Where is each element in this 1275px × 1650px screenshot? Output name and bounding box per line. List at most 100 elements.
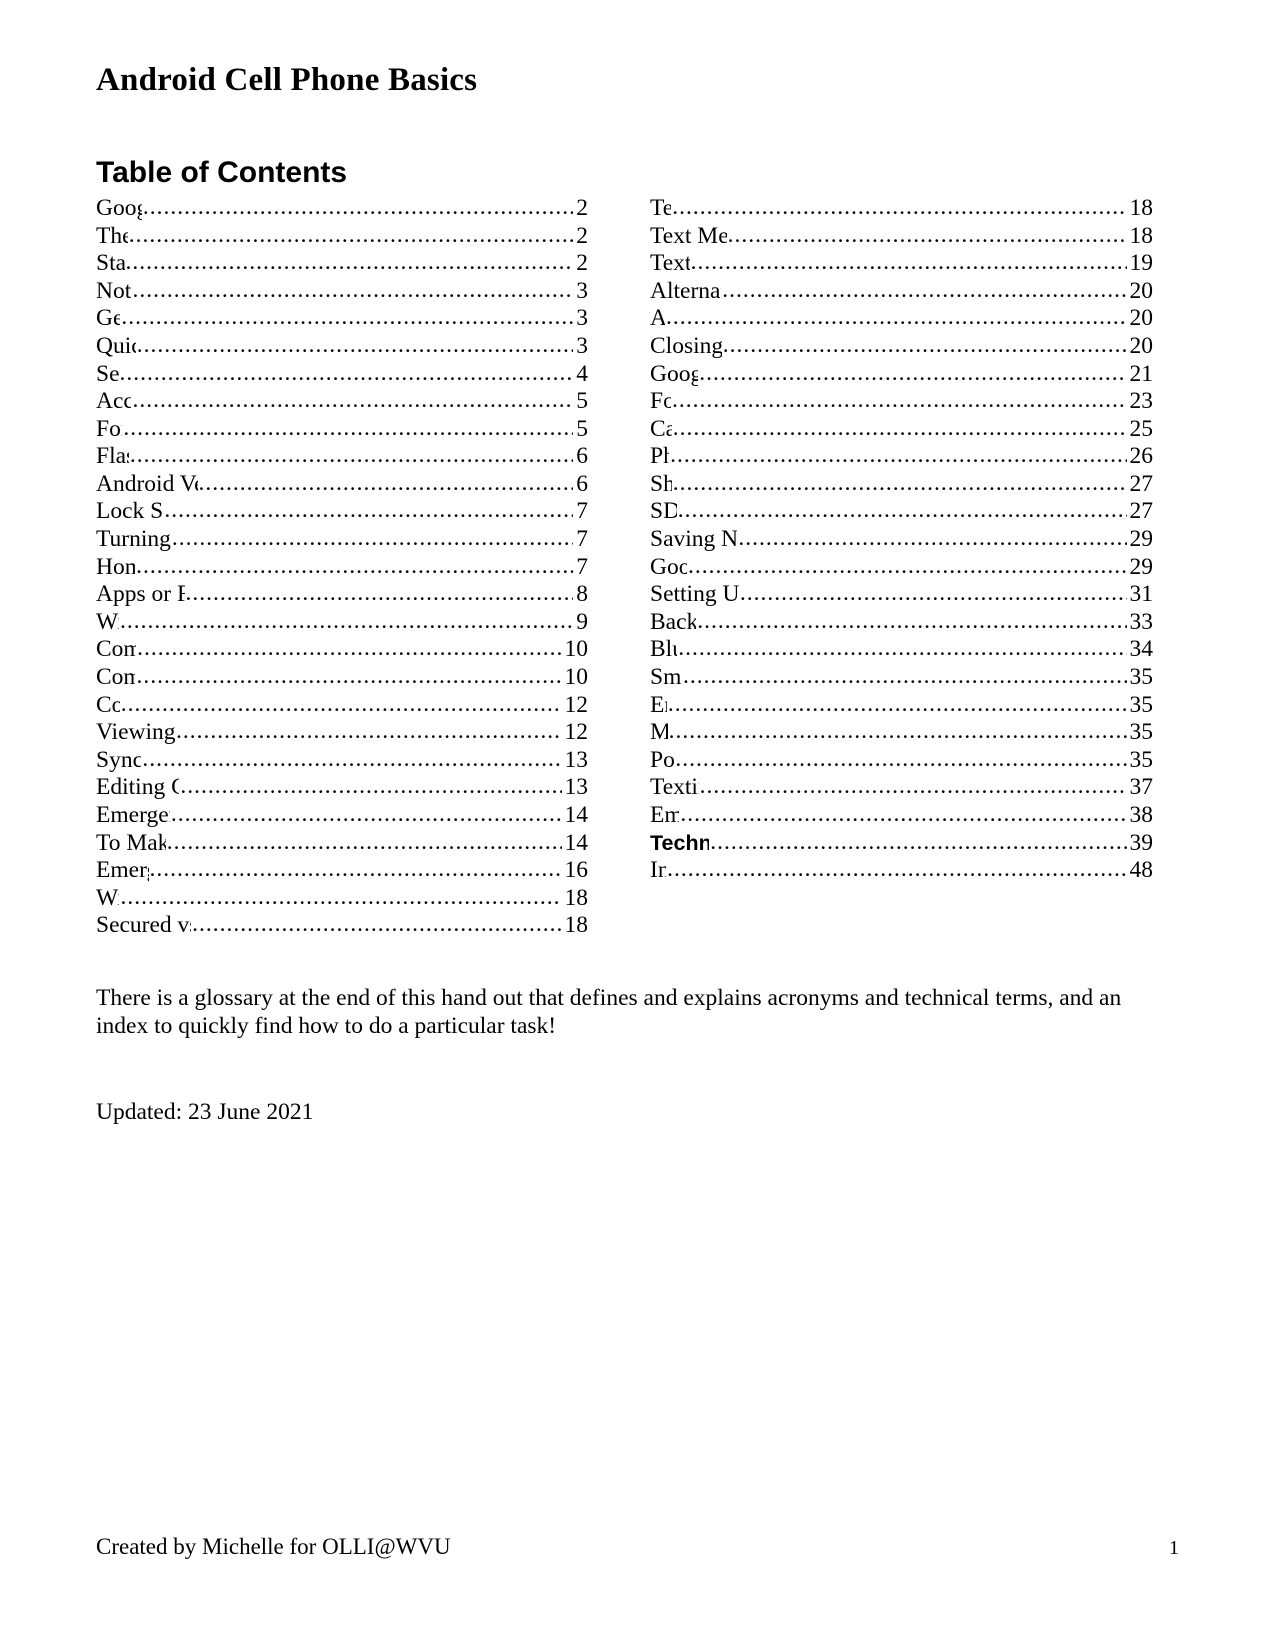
toc-entry[interactable]: Home Screens............................… bbox=[96, 554, 588, 582]
toc-entry-page-number: 31 bbox=[1129, 581, 1154, 608]
toc-entry[interactable]: Closing and Removing Apps...............… bbox=[650, 333, 1153, 361]
toc-dot-leader: ........................................… bbox=[121, 305, 573, 331]
toc-entry-page-number: 3 bbox=[576, 305, 588, 332]
toc-entry-page-number: 7 bbox=[576, 553, 588, 580]
toc-entry[interactable]: Settings................................… bbox=[96, 361, 588, 389]
toc-entry-page-number: 20 bbox=[1129, 332, 1154, 359]
toc-entry[interactable]: Bluetooth...............................… bbox=[650, 636, 1153, 664]
toc-entry[interactable]: Editing Gmail Contacts on the Web.......… bbox=[96, 774, 588, 802]
toc-entry-label: Text Messages bbox=[650, 250, 690, 277]
toc-entry[interactable]: Emergency Contacts......................… bbox=[96, 857, 588, 885]
toc-entry[interactable]: Apps or Folders on the Home Screen......… bbox=[96, 581, 588, 609]
toc-entry-label: Folders bbox=[650, 388, 671, 415]
toc-dot-leader: ........................................… bbox=[120, 691, 562, 717]
toc-entry[interactable]: Backup and Sync.........................… bbox=[650, 609, 1153, 637]
toc-entry[interactable]: Android Version vs Phone Model vs Carrie… bbox=[96, 471, 588, 499]
toc-entry-page-number: 29 bbox=[1129, 526, 1154, 553]
toc-entry[interactable]: Flash Alerts............................… bbox=[96, 443, 588, 471]
toc-column-left: Google Accounts.........................… bbox=[96, 195, 588, 940]
toc-entry-page-number: 14 bbox=[564, 829, 589, 856]
toc-entry[interactable]: Apps....................................… bbox=[650, 305, 1153, 333]
toc-dot-leader: ........................................… bbox=[137, 636, 562, 662]
toc-dot-leader: ........................................… bbox=[739, 581, 1127, 607]
toc-entry-label: Texting bbox=[650, 194, 672, 221]
toc-dot-leader: ........................................… bbox=[672, 415, 1127, 441]
toc-entry[interactable]: Setting Up Google Drive on Your PC......… bbox=[650, 581, 1153, 609]
toc-dot-leader: ........................................… bbox=[166, 829, 562, 855]
toc-entry-label: SD Cards bbox=[650, 498, 677, 525]
toc-dot-leader: ........................................… bbox=[680, 802, 1127, 827]
toc-entry[interactable]: Sharing.................................… bbox=[650, 471, 1153, 499]
toc-entry[interactable]: Emergency Calls and Contacts............… bbox=[96, 802, 588, 830]
toc-entry[interactable]: Turning On Your Lock Screen.............… bbox=[96, 526, 588, 554]
toc-entry[interactable]: Text Messages and Phone Data............… bbox=[650, 223, 1153, 251]
toc-entry[interactable]: Gestures................................… bbox=[96, 305, 588, 333]
toc-dot-leader: ........................................… bbox=[672, 388, 1127, 414]
toc-entry-label: Common Apps bbox=[96, 664, 136, 691]
toc-entry-label: Saving New Pictures to the SD Card bbox=[650, 526, 738, 553]
toc-entry[interactable]: Google Accounts.........................… bbox=[96, 195, 588, 223]
toc-entry-page-number: 7 bbox=[576, 498, 588, 525]
toc-entry-page-number: 5 bbox=[576, 388, 588, 415]
toc-entry[interactable]: Texting.................................… bbox=[650, 195, 1153, 223]
toc-entry[interactable]: Folders.................................… bbox=[650, 388, 1153, 416]
toc-entry[interactable]: Status Bar..............................… bbox=[96, 250, 588, 278]
toc-entry-page-number: 27 bbox=[1129, 470, 1154, 497]
toc-entry[interactable]: Widgets.................................… bbox=[96, 609, 588, 637]
toc-entry[interactable]: To Make an Emergency Call...............… bbox=[96, 830, 588, 858]
toc-entry[interactable]: Texting Acronyms........................… bbox=[650, 774, 1153, 802]
toc-entry[interactable]: Font Size...............................… bbox=[96, 416, 588, 444]
toc-entry[interactable]: Index...................................… bbox=[650, 857, 1153, 885]
toc-entry-label: Android Version vs Phone Model vs Carrie… bbox=[96, 470, 198, 497]
toc-columns: Google Accounts.........................… bbox=[96, 195, 1179, 940]
toc-entry[interactable]: Wireless................................… bbox=[96, 885, 588, 913]
toc-entry[interactable]: Google Drive............................… bbox=[650, 554, 1153, 582]
toc-entry[interactable]: Smart Lock..............................… bbox=[650, 664, 1153, 692]
toc-entry[interactable]: Secured vs Unsecured Wireless Networks..… bbox=[96, 912, 588, 940]
toc-entry[interactable]: Text Messages...........................… bbox=[650, 250, 1153, 278]
toc-entry-label: Widgets bbox=[96, 608, 119, 635]
toc-entry[interactable]: Technology Glossary.....................… bbox=[650, 830, 1153, 858]
toc-entry-page-number: 5 bbox=[576, 415, 588, 442]
toc-entry-label: Wireless bbox=[96, 884, 119, 911]
toc-entry-page-number: 18 bbox=[564, 884, 589, 911]
toc-entry-label: Text Messages and Phone Data bbox=[650, 222, 727, 249]
toc-entry[interactable]: Quick Settings..........................… bbox=[96, 333, 588, 361]
toc-entry[interactable]: Emoticons...............................… bbox=[650, 802, 1153, 830]
toc-entry[interactable]: Lock Screens and Security...............… bbox=[96, 498, 588, 526]
toc-entry-label: Viewing Contacts on Your Phone bbox=[96, 719, 175, 746]
toc-entry-label: Apps bbox=[650, 305, 665, 332]
toc-entry-page-number: 3 bbox=[576, 332, 588, 359]
toc-entry[interactable]: Music...................................… bbox=[650, 719, 1153, 747]
toc-entry[interactable]: Podcasts................................… bbox=[650, 747, 1153, 775]
toc-entry-label: Syncing Contacts bbox=[96, 746, 142, 773]
toc-entry[interactable]: Viewing Contacts on Your Phone..........… bbox=[96, 719, 588, 747]
toc-entry-label: Emergency Calls and Contacts bbox=[96, 802, 170, 828]
toc-entry[interactable]: SD Cards................................… bbox=[650, 498, 1153, 526]
toc-entry[interactable]: Syncing Contacts........................… bbox=[96, 747, 588, 775]
toc-dot-leader: ........................................… bbox=[722, 277, 1126, 303]
toc-entry[interactable]: Common Apps.............................… bbox=[96, 664, 588, 692]
toc-entry[interactable]: Contacts................................… bbox=[96, 692, 588, 720]
toc-entry[interactable]: Photos..................................… bbox=[650, 443, 1153, 471]
toc-entry-page-number: 20 bbox=[1129, 277, 1154, 304]
toc-dot-leader: ........................................… bbox=[690, 250, 1127, 276]
toc-entry[interactable]: Alternatives to SMS Texting.............… bbox=[650, 278, 1153, 306]
toc-entry[interactable]: Camera..................................… bbox=[650, 416, 1153, 444]
page-title: Android Cell Phone Basics bbox=[96, 62, 478, 98]
toc-entry[interactable]: The Device..............................… bbox=[96, 223, 588, 251]
toc-entry[interactable]: Accessibility...........................… bbox=[96, 388, 588, 416]
toc-entry-page-number: 12 bbox=[564, 691, 589, 718]
toc-entry[interactable]: Google Play Store.......................… bbox=[650, 361, 1153, 389]
toc-entry[interactable]: Common Icons............................… bbox=[96, 636, 588, 664]
toc-dot-leader: ........................................… bbox=[667, 857, 1127, 883]
toc-entry[interactable]: Email...................................… bbox=[650, 692, 1153, 720]
toc-entry-page-number: 18 bbox=[1129, 194, 1154, 221]
toc-entry-label: Backup and Sync bbox=[650, 608, 697, 635]
toc-entry-label: The Device bbox=[96, 222, 128, 249]
toc-entry-label: Texting Acronyms bbox=[650, 774, 699, 801]
toc-entry[interactable]: Saving New Pictures to the SD Card......… bbox=[650, 526, 1153, 554]
glossary-note: There is a glossary at the end of this h… bbox=[96, 984, 1122, 1039]
toc-entry[interactable]: Notifications...........................… bbox=[96, 278, 588, 306]
toc-entry-page-number: 29 bbox=[1129, 553, 1154, 580]
